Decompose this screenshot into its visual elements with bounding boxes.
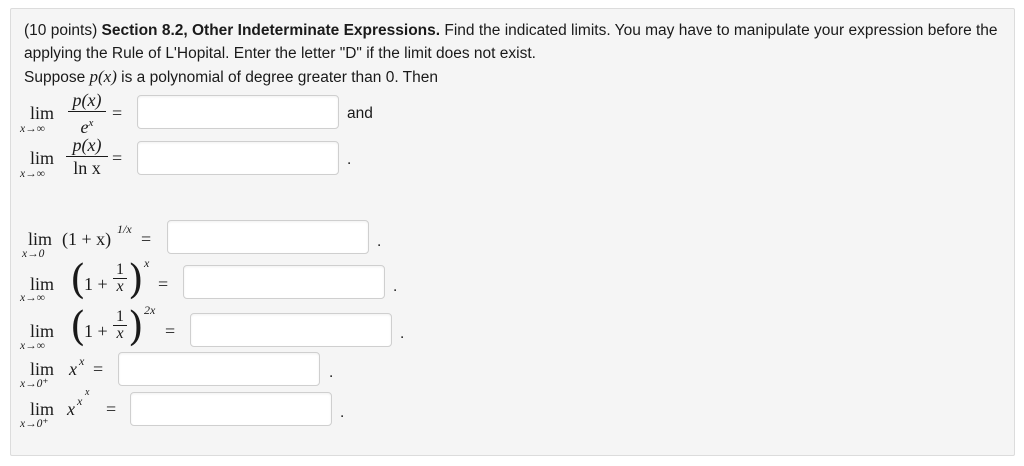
lim-subscript: x→∞ (20, 292, 45, 304)
points-label: (10 points) (24, 22, 102, 39)
denominator: ln x (73, 158, 101, 178)
equals-sign: = (106, 399, 117, 419)
base-x: x (67, 399, 75, 419)
fraction-bar (66, 156, 108, 157)
right-paren: ) (128, 257, 144, 303)
lim-subscript: x→0⁺ (20, 418, 49, 430)
answer-input-5[interactable] (190, 313, 392, 347)
base-expression: (1 + x) (62, 229, 112, 249)
lim-subscript: x→∞ (20, 123, 45, 135)
section-title: Section 8.2, Other Indeterminate Express… (101, 22, 441, 39)
lim-label: lim (30, 103, 55, 123)
problem-intro: (10 points) Section 8.2, Other Indetermi… (24, 19, 1009, 89)
suppose-px: p(x) (89, 67, 117, 86)
row-tail-period: . (329, 364, 334, 381)
lim-subscript: x→0⁺ (20, 378, 49, 390)
fraction-bar (68, 111, 106, 112)
row-tail-period: . (377, 233, 382, 250)
base-x: x (69, 359, 77, 379)
lim-label: lim (30, 359, 55, 379)
lim-label: lim (30, 399, 55, 419)
exponent: x (144, 256, 150, 270)
row-tail-period: . (393, 278, 398, 295)
answer-input-2[interactable] (137, 141, 339, 175)
numerator: p(x) (72, 90, 102, 110)
fraction-px-over-lnx: p(x) ln x (66, 135, 108, 178)
one-plus: 1 + (84, 274, 108, 294)
lim-subscript: x→∞ (20, 168, 45, 180)
answer-input-7[interactable] (130, 392, 332, 426)
exponent: x (79, 354, 85, 368)
equals-sign: = (93, 359, 104, 379)
lim-label: lim (28, 229, 53, 249)
fraction-1-over-x: 1x (113, 309, 127, 342)
answer-input-4[interactable] (183, 265, 385, 299)
answer-input-1[interactable] (137, 95, 339, 129)
row-tail-period: . (347, 151, 352, 168)
row-tail-period: . (400, 325, 405, 342)
answer-input-6[interactable] (118, 352, 320, 386)
equals-sign: = (165, 321, 176, 341)
lim-label: lim (30, 148, 55, 168)
one-plus: 1 + (84, 321, 108, 341)
exponent: 2x (144, 303, 156, 317)
exponent: 1/x (117, 222, 132, 236)
nested-exponent: x (85, 387, 90, 398)
lim-label: lim (30, 321, 55, 341)
suppose-prefix: Suppose (24, 69, 90, 86)
equals-sign: = (141, 229, 152, 249)
equals-sign: = (112, 103, 123, 123)
equals-sign: = (158, 274, 169, 294)
lim-subscript: x→∞ (20, 340, 45, 352)
fraction-1-over-x: 1x (113, 262, 127, 295)
row-tail-and: and (347, 105, 373, 122)
lim-label: lim (30, 274, 55, 294)
row-tail-period: . (340, 404, 345, 421)
answer-input-3[interactable] (167, 220, 369, 254)
lim-subscript: x→0 (22, 248, 45, 260)
equals-sign: = (112, 148, 123, 168)
suppose-suffix: is a polynomial of degree greater than 0… (116, 69, 438, 86)
numerator: p(x) (72, 135, 102, 155)
right-paren: ) (128, 304, 144, 350)
fraction-px-over-ex: p(x) ex (68, 90, 106, 137)
exponent: x (77, 394, 83, 408)
denominator: ex (80, 117, 94, 137)
